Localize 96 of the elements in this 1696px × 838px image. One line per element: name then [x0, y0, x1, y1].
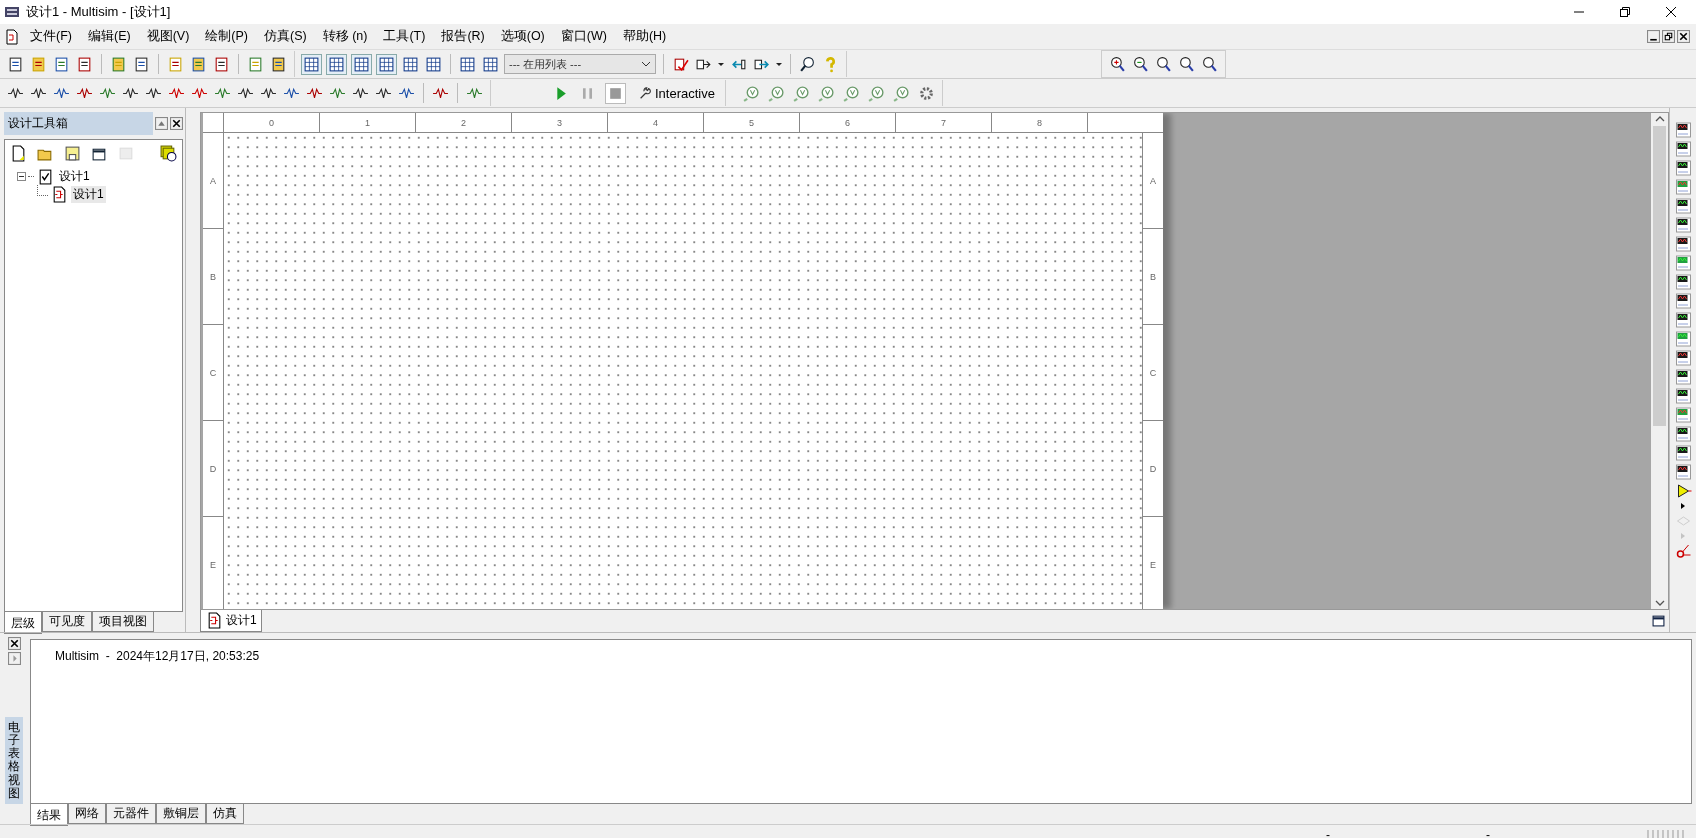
- spreadsheet-tab[interactable]: 元器件: [106, 804, 156, 824]
- menu-item[interactable]: 绘制(P): [199, 26, 254, 47]
- minimize-icon[interactable]: [1647, 30, 1660, 43]
- menu-item[interactable]: 文件(F): [24, 26, 78, 47]
- instrument-icon[interactable]: [1674, 388, 1692, 404]
- resize-grip-icon[interactable]: [1646, 829, 1686, 838]
- ruler-label: C: [209, 367, 217, 378]
- ruler-label: 8: [1037, 117, 1042, 128]
- document-tab[interactable]: 设计1: [200, 610, 262, 632]
- wrench-icon: [638, 86, 652, 100]
- ruler-label: E: [210, 559, 216, 570]
- ruler-label: A: [1150, 175, 1156, 186]
- instrument-icon[interactable]: [1674, 198, 1692, 214]
- menu-item[interactable]: 转移 (n): [316, 26, 374, 47]
- menu-item[interactable]: 编辑(E): [81, 26, 137, 47]
- ruler-label: 3: [557, 117, 562, 128]
- ruler-label: D: [1149, 463, 1157, 474]
- menu-item[interactable]: 仿真(S): [258, 26, 313, 47]
- spreadsheet-tab[interactable]: 网络: [68, 804, 106, 824]
- instrument-icon[interactable]: [1674, 293, 1692, 309]
- instrument-icon[interactable]: [1674, 141, 1692, 157]
- search-icon[interactable]: [798, 54, 817, 74]
- panel-tab[interactable]: 层级: [4, 612, 42, 634]
- ruler-label: C: [1149, 367, 1157, 378]
- menu-item[interactable]: 工具(T): [377, 26, 432, 47]
- panel-tab[interactable]: 可见度: [42, 612, 92, 632]
- instrument-icon[interactable]: [1674, 160, 1692, 176]
- menu-item[interactable]: 帮助(H): [616, 26, 673, 47]
- chevron-down-icon: [641, 61, 651, 67]
- instrument-icon[interactable]: [1674, 312, 1692, 328]
- history-icon[interactable]: [159, 144, 178, 163]
- spreadsheet-tab[interactable]: 仿真: [206, 804, 244, 824]
- ruler-label: 0: [269, 117, 274, 128]
- log-message: Multisim - 2024年12月17日, 20:53:25: [55, 648, 261, 665]
- app-icon: [4, 4, 20, 20]
- ruler-label: B: [1150, 271, 1156, 282]
- ruler-label: A: [210, 175, 216, 186]
- spreadsheet-tab[interactable]: 结果: [30, 804, 68, 826]
- spreadsheet-tab[interactable]: 敷铜层: [156, 804, 206, 824]
- window-icon[interactable]: [1652, 614, 1665, 627]
- panel-title: 设计工具箱: [4, 112, 153, 135]
- instrument-icon[interactable]: [1674, 217, 1692, 233]
- ruler-label: B: [210, 271, 216, 282]
- instrument-icon[interactable]: [1674, 350, 1692, 366]
- close-icon[interactable]: [1666, 7, 1676, 17]
- menu-item[interactable]: 报告(R): [435, 26, 491, 47]
- ruler-label: 4: [653, 117, 658, 128]
- instrument-icon[interactable]: [1674, 369, 1692, 385]
- menu-item[interactable]: 视图(V): [140, 26, 196, 47]
- close-icon[interactable]: [170, 117, 183, 130]
- panel-title: 电子表格视图: [5, 716, 23, 804]
- close-icon[interactable]: [1677, 30, 1690, 43]
- scroll-up-icon[interactable]: [1654, 116, 1665, 122]
- zoom-in-icon[interactable]: [1108, 54, 1127, 74]
- instrument-icon[interactable]: [1674, 122, 1692, 138]
- stop-icon[interactable]: [605, 82, 626, 104]
- zoom-out-icon[interactable]: [1131, 54, 1150, 74]
- status-field: -: [1486, 828, 1646, 838]
- ruler-label: 5: [749, 117, 754, 128]
- instrument-icon[interactable]: [1674, 445, 1692, 461]
- voltage-probe-icon[interactable]: [742, 83, 761, 103]
- tree-item[interactable]: 设计1: [57, 167, 92, 185]
- simulation-mode-button[interactable]: Interactive: [634, 84, 719, 102]
- instrument-icon[interactable]: [1674, 426, 1692, 442]
- instrument-icon[interactable]: [1674, 236, 1692, 252]
- ruler-label: 6: [845, 117, 850, 128]
- close-icon[interactable]: [7, 637, 21, 650]
- window-title: 设计1 - Multisim - [设计1]: [26, 3, 171, 21]
- scrollbar-thumb[interactable]: [1653, 126, 1666, 426]
- grid-icon[interactable]: [326, 53, 347, 75]
- status-field: -: [1326, 828, 1486, 838]
- ruler-label: 7: [941, 117, 946, 128]
- collapse-icon[interactable]: [17, 171, 26, 181]
- scroll-down-icon[interactable]: [1654, 600, 1665, 606]
- instrument-icon[interactable]: [1674, 274, 1692, 290]
- dock-icon[interactable]: [155, 117, 168, 130]
- ruler-label: D: [209, 463, 217, 474]
- menu-item[interactable]: 选项(O): [494, 26, 551, 47]
- caret-icon[interactable]: [775, 60, 783, 68]
- caret-icon[interactable]: [1679, 502, 1687, 510]
- probe-icon[interactable]: [1674, 543, 1692, 559]
- ruler-label: 2: [461, 117, 466, 128]
- menu-item[interactable]: 窗口(W): [554, 26, 613, 47]
- ruler-label: E: [1150, 559, 1156, 570]
- vertical-scrollbar[interactable]: [1651, 113, 1668, 609]
- restore-icon[interactable]: [1620, 7, 1630, 17]
- grid-icon[interactable]: [301, 53, 322, 75]
- caret-icon[interactable]: [717, 60, 725, 68]
- tree-item[interactable]: 设计1: [71, 185, 106, 203]
- schematic-sheet[interactable]: 0 1 2 3 4 5 6 7 8 A B C D E A B C D E: [203, 113, 1163, 609]
- component-list-dropdown[interactable]: --- 在用列表 ---: [504, 54, 656, 74]
- restore-icon[interactable]: [1662, 30, 1675, 43]
- document-icon[interactable]: [4, 28, 20, 45]
- ruler-label: 1: [365, 117, 370, 128]
- panel-tab[interactable]: 项目视图: [92, 612, 154, 632]
- instrument-icon[interactable]: [1674, 464, 1692, 480]
